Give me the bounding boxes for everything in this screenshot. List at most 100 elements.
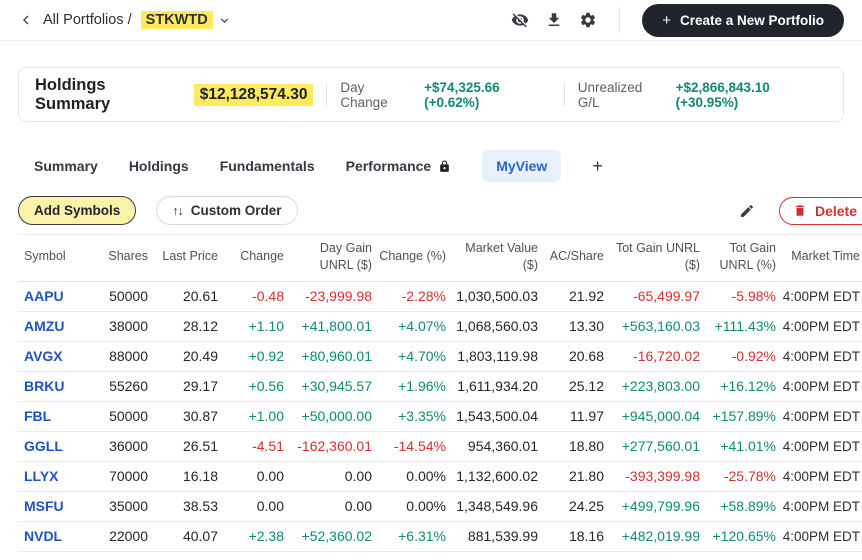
column-header-day-gain-unrl[interactable]: Day Gain UNRL ($) xyxy=(286,234,374,282)
symbol-link[interactable]: TSLL xyxy=(18,551,88,560)
cell: 18.80 xyxy=(540,431,606,462)
column-header-symbol[interactable]: Symbol xyxy=(18,234,88,282)
custom-order-button[interactable]: ↑↓ Custom Order xyxy=(156,196,298,225)
tab-myview[interactable]: MyView xyxy=(482,150,562,182)
cell: 4:00PM EDT xyxy=(778,491,862,522)
download-button[interactable] xyxy=(545,11,563,29)
table-row: BRKU 55260 29.17 +0.56 +30,945.57 +1.96% 1,611… xyxy=(18,371,862,402)
cell: 752,290.04 xyxy=(448,551,540,560)
create-portfolio-button[interactable]: + Create a New Portfolio xyxy=(642,3,844,37)
cell: 30.87 xyxy=(150,401,220,432)
tab-label: Holdings xyxy=(128,158,189,174)
cell: 1,348,549.96 xyxy=(448,491,540,522)
gear-icon xyxy=(581,12,596,28)
cell: 50000 xyxy=(88,281,150,312)
tab-fundamentals[interactable]: Fundamentals xyxy=(220,158,315,174)
toolbar-right: Delete xyxy=(739,196,862,225)
cell: +0.92 xyxy=(220,341,286,372)
cell: 11.97 xyxy=(540,401,606,432)
cell: +87.52% xyxy=(702,551,778,560)
tab-summary[interactable]: Summary xyxy=(34,158,98,174)
symbol-link[interactable]: AMZU xyxy=(18,311,88,342)
column-header-tot-gain-unrl[interactable]: Tot Gain UNRL ($) xyxy=(606,234,702,282)
day-change-value: +$74,325.66 (+0.62%) xyxy=(424,79,500,110)
symbol-link[interactable]: AAPU xyxy=(18,281,88,312)
hide-values-button[interactable] xyxy=(511,11,529,29)
edit-button[interactable] xyxy=(739,203,755,219)
cell: 4:00PM EDT xyxy=(778,371,862,402)
column-header-tot-gain-unrl[interactable]: Tot Gain UNRL (%) xyxy=(702,234,778,282)
holdings-table: Symbol Shares Last Price Change Day Gain UNR… xyxy=(18,234,862,560)
column-header-change[interactable]: Change xyxy=(220,234,286,282)
cell: -65,499.97 xyxy=(606,281,702,312)
holdings-header-row: Symbol Shares Last Price Change Day Gain UNR… xyxy=(18,234,862,282)
column-header-market-time[interactable]: Market Time xyxy=(778,234,862,282)
symbol-link[interactable]: FBL xyxy=(18,401,88,432)
delete-button[interactable]: Delete xyxy=(778,196,862,225)
cell: +1.96% xyxy=(374,371,448,402)
cell: 70000 xyxy=(88,461,150,492)
column-header-market-value[interactable]: Market Value ($) xyxy=(448,234,540,282)
tab-performance[interactable]: Performance xyxy=(346,158,452,174)
trash-icon xyxy=(795,205,805,216)
cell: 4:00PM EDT xyxy=(778,521,862,552)
cell: 16.18 xyxy=(150,461,220,492)
cell: 50000 xyxy=(88,401,150,432)
cell: 18.16 xyxy=(540,521,606,552)
symbol-link[interactable]: MSFU xyxy=(18,491,88,522)
cell: 21.92 xyxy=(540,281,606,312)
column-header-change[interactable]: Change (%) xyxy=(374,234,448,282)
cell: +111.43% xyxy=(702,311,778,342)
cell: 38000 xyxy=(88,311,150,342)
cell: +16.12% xyxy=(702,371,778,402)
cell: +41.01% xyxy=(702,431,778,462)
tab-label: Performance xyxy=(345,158,432,174)
cell: 0.00 xyxy=(286,491,374,522)
cell: 26.51 xyxy=(150,431,220,462)
cell: +4.70% xyxy=(374,341,448,372)
cell: -0.48 xyxy=(220,281,286,312)
cell: 0.00% xyxy=(374,491,448,522)
view-tabs: Summary Holdings Fundamentals Performanc… xyxy=(34,149,844,183)
plus-icon: + xyxy=(662,11,671,29)
cell: -23,999.98 xyxy=(286,281,374,312)
settings-button[interactable] xyxy=(579,11,597,29)
delete-label: Delete xyxy=(814,202,857,219)
create-portfolio-label: Create a New Portfolio xyxy=(679,12,824,28)
cell: -16,720.02 xyxy=(606,341,702,372)
table-row: MSFU 35000 38.53 0.00 0.00 0.00% 1,348,549.96 2… xyxy=(18,491,862,522)
add-symbols-button[interactable]: Add Symbols xyxy=(18,196,137,225)
column-header-ac-share[interactable]: AC/Share xyxy=(540,234,606,282)
symbol-link[interactable]: NVDL xyxy=(18,521,88,552)
breadcrumb: All Portfolios / STKWTD xyxy=(18,11,231,29)
add-symbols-label: Add Symbols xyxy=(34,203,121,218)
cell: 4:00PM EDT xyxy=(778,341,862,372)
cell: +4.07% xyxy=(374,311,448,342)
tab-label: Fundamentals xyxy=(219,158,315,174)
symbol-link[interactable]: LLYX xyxy=(18,461,88,492)
symbol-link[interactable]: BRKU xyxy=(18,371,88,402)
symbol-link[interactable]: GGLL xyxy=(18,431,88,462)
breadcrumb-all-portfolios[interactable]: All Portfolios / xyxy=(43,12,132,28)
cell: 4:00PM EDT xyxy=(778,551,862,560)
tab-holdings[interactable]: Holdings xyxy=(129,158,189,174)
portfolio-selector[interactable]: STKWTD xyxy=(140,11,231,29)
cell: 38.53 xyxy=(150,491,220,522)
cell: +0.62% xyxy=(374,551,448,560)
table-row: LLYX 70000 16.18 0.00 0.00 0.00% 1,132,600.02 2… xyxy=(18,461,862,492)
column-header-shares[interactable]: Shares xyxy=(88,234,150,282)
symbol-link[interactable]: AVGX xyxy=(18,341,88,372)
table-toolbar: Add Symbols ↑↓ Custom Order Delete xyxy=(18,196,862,225)
cell: 29.17 xyxy=(150,371,220,402)
column-header-last-price[interactable]: Last Price xyxy=(150,234,220,282)
cell: -4.51 xyxy=(220,431,286,462)
cell: 4:00PM EDT xyxy=(778,311,862,342)
table-row: TSLL770009.77+0.06+4,620.03+0.62%752,290… xyxy=(18,551,862,560)
custom-order-label: Custom Order xyxy=(190,203,282,218)
cell: +80,960.01 xyxy=(286,341,374,372)
cell: +30,945.57 xyxy=(286,371,374,402)
cell: +3.35% xyxy=(374,401,448,432)
add-tab-button[interactable]: + xyxy=(592,156,603,177)
back-button[interactable] xyxy=(18,12,34,28)
cell: +4,620.03 xyxy=(286,551,374,560)
